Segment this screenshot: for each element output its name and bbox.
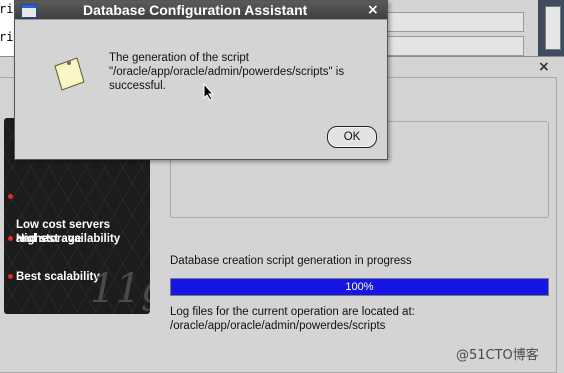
dialog-close-button[interactable]: × <box>367 1 379 19</box>
promo-item-scalability: Best scalability <box>8 270 100 284</box>
background-field <box>382 12 524 32</box>
progress-percent: 100% <box>345 281 374 293</box>
dialog-title: Database Configuration Assistant <box>83 2 308 18</box>
ok-button[interactable]: OK <box>327 126 377 148</box>
terminal-text-line: ri <box>0 2 14 16</box>
promo-item-label: Best scalability <box>16 271 100 283</box>
bullet-icon <box>8 194 13 199</box>
dialog-message-line: The generation of the script <box>109 52 249 64</box>
background-field <box>382 36 524 56</box>
bullet-icon <box>8 236 13 241</box>
window-icon <box>21 4 37 18</box>
background-panel <box>538 0 564 60</box>
note-icon <box>54 57 85 91</box>
terminal-text-line: ri <box>0 30 14 44</box>
mouse-cursor-icon <box>203 83 215 101</box>
progress-bar: 100% <box>170 278 549 296</box>
background-scrollbar <box>545 6 561 50</box>
oracle-11g-logo: 11g <box>90 266 150 312</box>
log-location-path: /oracle/app/oracle/admin/powerdes/script… <box>170 320 386 332</box>
dialog-titlebar[interactable]: Database Configuration Assistant × <box>15 1 387 19</box>
promo-item-label: Highest availability <box>16 233 121 245</box>
main-window-close-button[interactable]: × <box>538 59 550 75</box>
dialog-message-line: "/oracle/app/oracle/admin/powerdes/scrip… <box>109 66 345 78</box>
bullet-icon <box>8 274 13 279</box>
success-dialog: Database Configuration Assistant × The g… <box>14 0 388 160</box>
dialog-message-line: successful. <box>109 80 166 92</box>
dialog-body: The generation of the script "/oracle/ap… <box>15 19 387 160</box>
log-location-label: Log files for the current operation are … <box>170 306 415 318</box>
promo-item-availability: Highest availability <box>8 232 121 246</box>
watermark-text: @51CTO博客 <box>456 348 539 363</box>
progress-label: Database creation script generation in p… <box>170 255 412 267</box>
